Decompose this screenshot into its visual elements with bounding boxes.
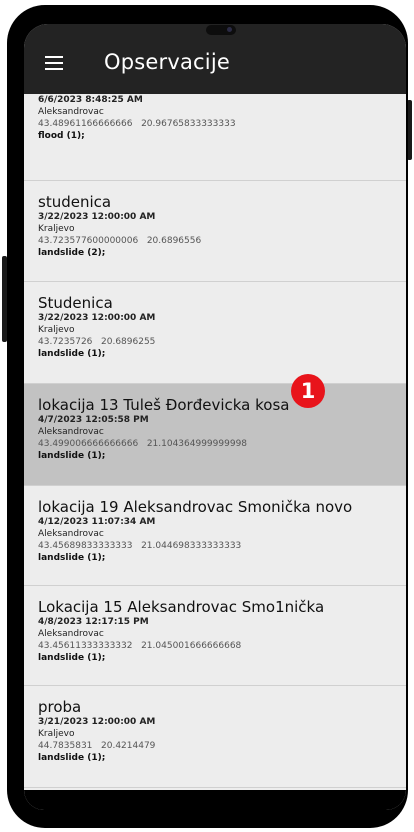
observation-longitude: 21.104364999999998 [146,439,248,449]
hamburger-menu-icon[interactable] [45,56,63,70]
navigation-bar [24,790,406,810]
observation-title: studenica [38,193,112,211]
observation-date: 3/21/2023 12:00:00 AM [38,717,156,727]
observation-date: 3/22/2023 12:00:00 AM [38,212,156,222]
observation-title: Studenica [38,294,113,312]
observation-title: proba [38,698,82,716]
observation-coordinates: 43.45611333333332 21.045001666666668 [38,640,406,652]
observation-latitude: 43.48961166666666 [38,119,133,129]
observation-place: Aleksandrovac [38,427,104,437]
observation-type: landslide (2); [38,248,106,258]
observation-longitude: 21.045001666666668 [141,641,242,651]
app-screen: Opservacije 6/6/2023 8:48:25 AM Aleksand… [24,24,406,810]
observation-place: Aleksandrovac [38,529,104,539]
observation-date: 3/22/2023 12:00:00 AM [38,313,156,323]
observation-type: landslide (1); [38,653,106,663]
observation-place: Kraljevo [38,325,75,335]
observation-longitude: 20.96765833333333 [141,119,236,129]
observation-latitude: 43.723577600000006 [38,236,139,246]
observation-type: landslide (1); [38,349,106,359]
observation-date: 6/6/2023 8:48:25 AM [38,95,143,105]
observation-latitude: 44.7835831 [38,741,93,751]
observation-type: landslide (1); [38,451,106,461]
observation-title: lokacija 19 Aleksandrovac Smonička novo [38,498,353,516]
annotation-marker: 1 [291,374,325,408]
observation-item[interactable]: Studenica 3/22/2023 12:00:00 AM Kraljevo… [24,282,406,384]
observation-latitude: 43.7235726 [38,337,93,347]
observation-coordinates: 44.7835831 20.4214479 [38,740,406,752]
observation-coordinates: 43.499006666666666 21.104364999999998 [38,438,406,450]
phone-frame: Opservacije 6/6/2023 8:48:25 AM Aleksand… [7,5,408,828]
observation-item-selected[interactable]: lokacija 13 Tuleš Đorđevicka kosa 4/7/20… [24,384,406,486]
observation-item[interactable]: studenica 3/22/2023 12:00:00 AM Kraljevo… [24,181,406,282]
observation-type: landslide (1); [38,753,106,763]
observation-item[interactable]: 6/6/2023 8:48:25 AM Aleksandrovac 43.489… [24,94,406,181]
page-title: Opservacije [104,50,230,74]
observation-type: landslide (1); [38,553,106,563]
observation-date: 4/7/2023 12:05:58 PM [38,415,149,425]
observation-place: Aleksandrovac [38,629,104,639]
observation-date: 4/8/2023 12:17:15 PM [38,617,149,627]
observation-coordinates: 43.723577600000006 20.6896556 [38,235,406,247]
observation-coordinates: 43.48961166666666 20.96765833333333 [38,118,406,130]
observation-latitude: 43.45611333333332 [38,641,133,651]
observation-longitude: 20.6896255 [101,337,156,347]
observation-item[interactable]: proba 3/21/2023 12:00:00 AM Kraljevo 44.… [24,686,406,788]
observation-title: Lokacija 15 Aleksandrovac Smo1nička [38,598,325,616]
observation-item[interactable]: Lokacija 15 Aleksandrovac Smo1nička 4/8/… [24,586,406,686]
observation-item[interactable]: lokacija 19 Aleksandrovac Smonička novo … [24,486,406,586]
observation-coordinates: 43.7235726 20.6896255 [38,336,406,348]
observation-place: Aleksandrovac [38,107,104,117]
observation-latitude: 43.45689833333333 [38,541,133,551]
observation-longitude: 21.044698333333333 [141,541,242,551]
observation-place: Kraljevo [38,729,75,739]
front-camera [206,25,236,35]
observation-date: 4/12/2023 11:07:34 AM [38,517,156,527]
observation-longitude: 20.4214479 [101,741,156,751]
observation-title: lokacija 13 Tuleš Đorđevicka kosa [38,396,290,414]
observation-place: Kraljevo [38,224,75,234]
observation-latitude: 43.499006666666666 [38,439,139,449]
observation-longitude: 20.6896556 [146,236,202,246]
observation-type: flood (1); [38,131,85,141]
observation-coordinates: 43.45689833333333 21.044698333333333 [38,540,406,552]
